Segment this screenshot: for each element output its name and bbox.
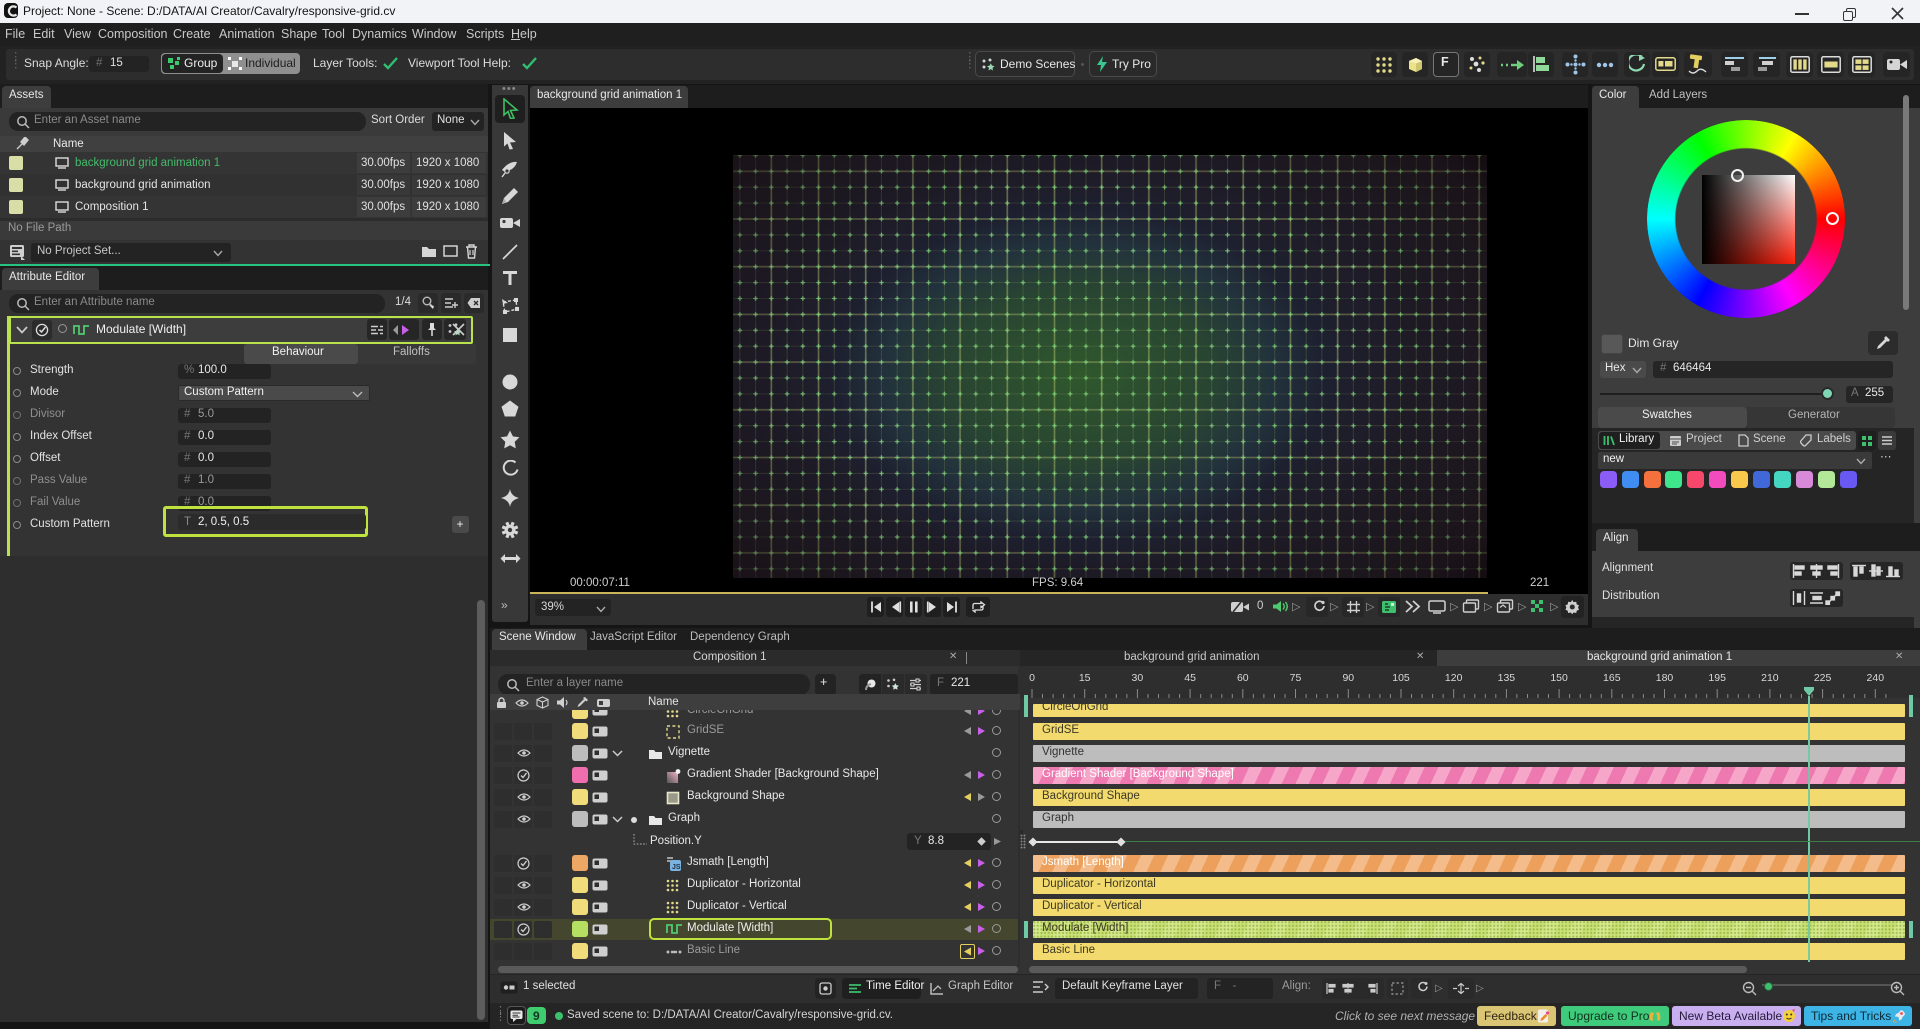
svg-text:JS: JS: [672, 864, 681, 871]
